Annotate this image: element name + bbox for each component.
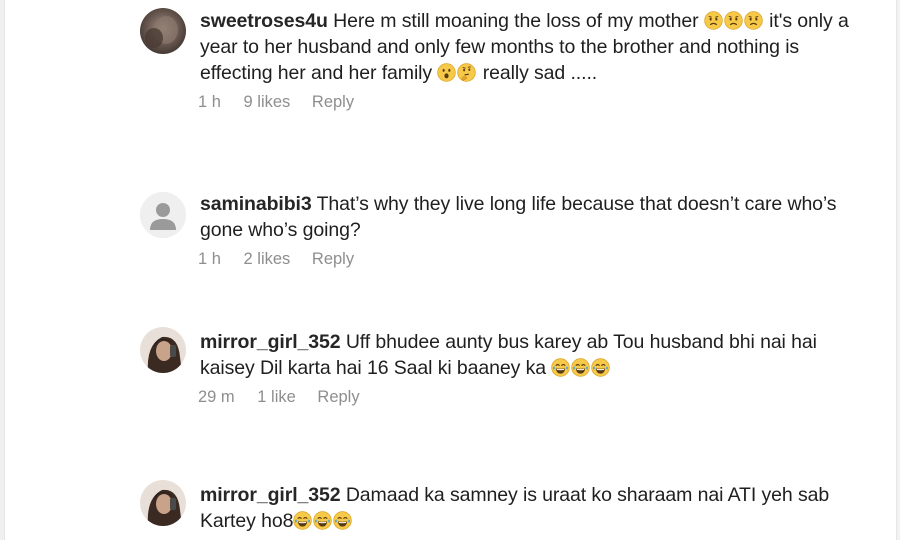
comment-username[interactable]: saminabibi3 bbox=[200, 193, 312, 215]
comment-meta: 1 h 9 likes Reply bbox=[198, 93, 354, 112]
comment-time: 1 h bbox=[198, 93, 221, 111]
laughing-face-icon bbox=[551, 358, 570, 377]
reply-button[interactable]: Reply bbox=[312, 250, 354, 269]
comment-body: mirror_girl_352 Uff bhudee aunty bus kar… bbox=[200, 329, 850, 381]
comment-time: 29 m bbox=[198, 388, 235, 406]
sad-face-icon bbox=[704, 11, 723, 30]
default-avatar-icon[interactable] bbox=[140, 192, 186, 238]
laughing-face-icon bbox=[571, 358, 590, 377]
laughing-face-icon bbox=[293, 511, 312, 530]
comment-username[interactable]: mirror_girl_352 bbox=[200, 331, 341, 353]
comment-likes[interactable]: 1 like bbox=[257, 388, 296, 407]
thinking-face-icon bbox=[457, 63, 476, 82]
sad-face-icon bbox=[744, 11, 763, 30]
right-frame-border bbox=[896, 0, 900, 540]
comment-body: mirror_girl_352 Damaad ka samney is uraa… bbox=[200, 482, 850, 534]
comment-body: sweetroses4u Here m still moaning the lo… bbox=[200, 8, 850, 86]
laughing-face-icon bbox=[591, 358, 610, 377]
user-avatar[interactable] bbox=[140, 327, 186, 373]
comment-body: saminabibi3 That’s why they live long li… bbox=[200, 191, 850, 243]
laughing-face-icon bbox=[313, 511, 332, 530]
surprised-face-icon bbox=[437, 63, 456, 82]
laughing-face-icon bbox=[333, 511, 352, 530]
reply-button[interactable]: Reply bbox=[312, 93, 354, 112]
user-avatar[interactable] bbox=[140, 8, 186, 54]
comment-username[interactable]: sweetroses4u bbox=[200, 10, 328, 32]
comment-meta: 1 h 2 likes Reply bbox=[198, 250, 354, 269]
reply-button[interactable]: Reply bbox=[317, 388, 359, 407]
comment-username[interactable]: mirror_girl_352 bbox=[200, 484, 341, 506]
user-avatar[interactable] bbox=[140, 480, 186, 526]
comment-text: really sad ..... bbox=[482, 62, 598, 84]
comment-likes[interactable]: 9 likes bbox=[244, 93, 291, 112]
left-frame-border bbox=[0, 0, 5, 540]
comment-text: Here m still moaning the loss of my moth… bbox=[333, 10, 699, 32]
sad-face-icon bbox=[724, 11, 743, 30]
comment-likes[interactable]: 2 likes bbox=[244, 250, 291, 269]
comment-meta: 29 m 1 like Reply bbox=[198, 388, 360, 407]
comment-time: 1 h bbox=[198, 250, 221, 268]
